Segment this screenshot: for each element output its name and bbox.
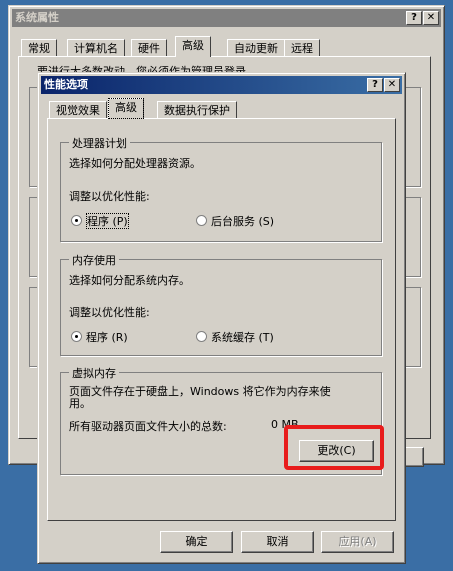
ok-button[interactable]: 确定 <box>160 531 233 553</box>
tab-remote[interactable]: 远程 <box>284 39 320 57</box>
processor-services-label[interactable]: 后台服务 (S) <box>211 213 274 229</box>
memory-cache-radio[interactable] <box>196 331 207 342</box>
tab-dialog-advanced[interactable]: 高级 <box>108 98 144 119</box>
memory-cache-label[interactable]: 系统缓存 (T) <box>211 329 274 345</box>
processor-services-radio[interactable] <box>196 215 207 226</box>
tab-computer-name[interactable]: 计算机名 <box>67 39 125 57</box>
memory-programs-radio[interactable] <box>71 331 82 342</box>
tab-advanced[interactable]: 高级 <box>175 36 211 57</box>
help-button[interactable]: ? <box>406 11 422 25</box>
tab-automatic-updates[interactable]: 自动更新 <box>227 39 285 57</box>
performance-options-titlebar[interactable]: 性能选项 ? ✕ <box>41 76 402 94</box>
memory-description: 选择如何分配系统内存。 <box>69 274 190 287</box>
apply-button[interactable]: 应用(A) <box>321 531 394 553</box>
processor-legend: 处理器计划 <box>69 135 130 151</box>
processor-programs-radio[interactable] <box>71 215 82 226</box>
tab-hardware[interactable]: 硬件 <box>131 39 167 57</box>
processor-programs-label[interactable]: 程序 (P) <box>86 213 129 229</box>
dialog-help-button[interactable]: ? <box>367 78 383 92</box>
change-button-highlight <box>284 425 384 470</box>
tab-dep[interactable]: 数据执行保护 <box>157 101 237 119</box>
pagefile-total-label: 所有驱动器页面文件大小的总数: <box>69 420 227 433</box>
dialog-close-icon[interactable]: ✕ <box>384 78 400 92</box>
memory-legend: 内存使用 <box>69 252 119 268</box>
close-icon[interactable]: ✕ <box>423 11 439 25</box>
virtual-memory-legend: 虚拟内存 <box>69 365 119 381</box>
performance-options-dialog: 性能选项 ? ✕ 视觉效果 高级 数据执行保护 处理器计划 选择如何分配处理器资… <box>37 72 406 564</box>
tab-general[interactable]: 常规 <box>21 39 57 57</box>
system-properties-titlebar[interactable]: 系统属性 ? ✕ <box>12 9 441 27</box>
memory-prompt: 调整以优化性能: <box>69 306 150 319</box>
processor-description: 选择如何分配处理器资源。 <box>69 157 201 170</box>
tab-visual-effects[interactable]: 视觉效果 <box>49 101 107 119</box>
system-properties-title: 系统属性 <box>15 11 59 24</box>
performance-options-title: 性能选项 <box>44 78 88 91</box>
cancel-button[interactable]: 取消 <box>241 531 314 553</box>
processor-scheduling-group: 处理器计划 选择如何分配处理器资源。 调整以优化性能: 程序 (P) 后台服务 … <box>60 135 382 242</box>
virtual-memory-description-line1: 页面文件存在于硬盘上，Windows 将它作为内存来使 <box>69 385 331 398</box>
virtual-memory-description-line2: 用。 <box>69 397 91 410</box>
memory-usage-group: 内存使用 选择如何分配系统内存。 调整以优化性能: 程序 (R) 系统缓存 (T… <box>60 252 382 356</box>
memory-programs-label[interactable]: 程序 (R) <box>86 329 128 345</box>
processor-prompt: 调整以优化性能: <box>69 190 150 203</box>
